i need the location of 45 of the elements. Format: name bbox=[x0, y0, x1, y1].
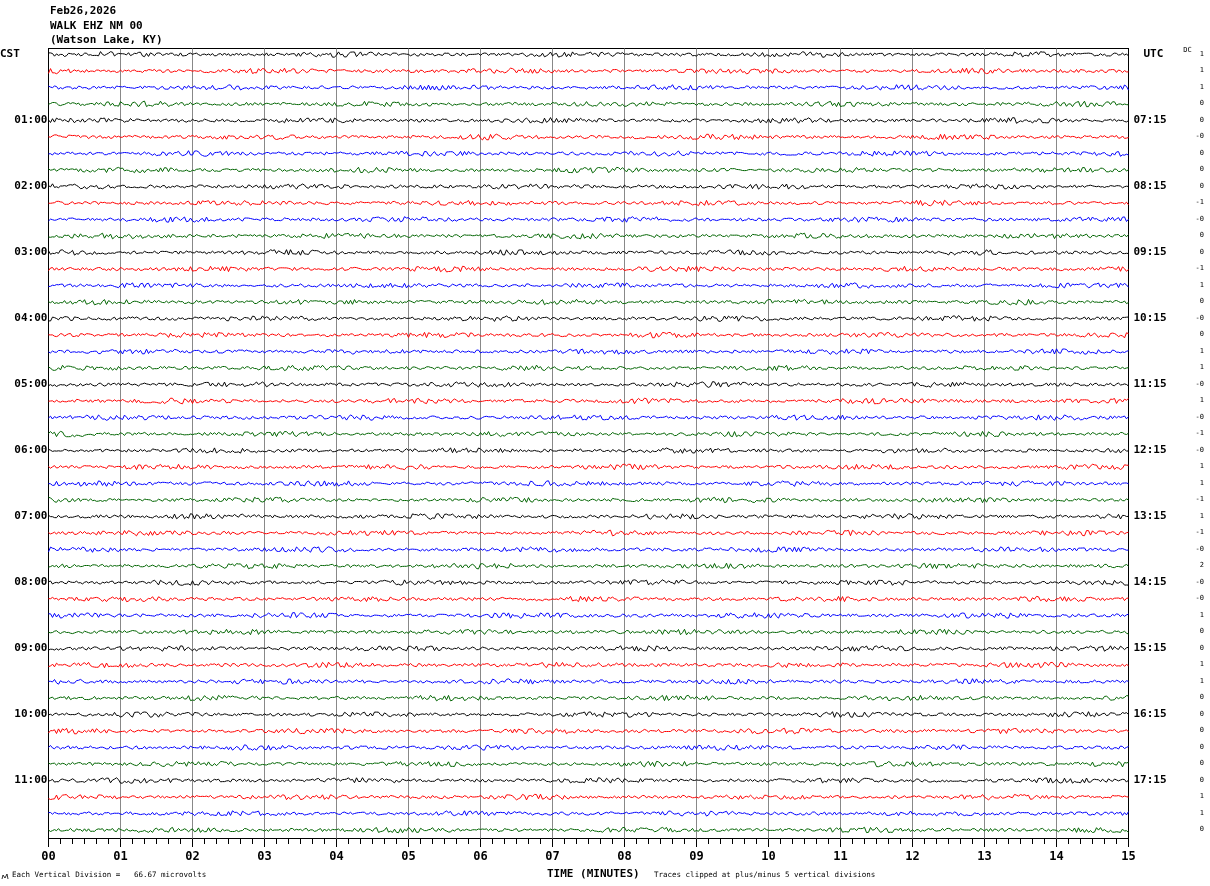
axis-tick-label: 01 bbox=[113, 849, 129, 863]
axis-tick-label: 05 bbox=[401, 849, 417, 863]
hour-label: 14:15 bbox=[1133, 573, 1167, 590]
hour-label: 10:15 bbox=[1133, 309, 1167, 326]
hour-label: 12:15 bbox=[1133, 441, 1167, 458]
axis-tick-label: 03 bbox=[257, 849, 273, 863]
axis-tick-label: 11 bbox=[833, 849, 849, 863]
hour-label: 02:00 bbox=[14, 177, 48, 194]
axis-tick-label: 00 bbox=[41, 849, 57, 863]
small-mark-icon bbox=[2, 874, 8, 879]
axis-tick-label: 10 bbox=[761, 849, 777, 863]
hour-label: 11:00 bbox=[14, 771, 48, 788]
axis-title: TIME (MINUTES) bbox=[547, 868, 641, 879]
axis-tick-label: 14 bbox=[1049, 849, 1065, 863]
hour-label: 03:00 bbox=[14, 243, 48, 260]
axis-tick-label: 04 bbox=[329, 849, 345, 863]
hour-label: 09:00 bbox=[14, 639, 48, 656]
hour-label: 09:15 bbox=[1133, 243, 1167, 260]
axis-tick-label: 12 bbox=[905, 849, 921, 863]
hour-label: 11:15 bbox=[1133, 375, 1167, 392]
hour-label: 04:00 bbox=[14, 309, 48, 326]
hour-label: 01:00 bbox=[14, 111, 48, 128]
hour-label: 15:15 bbox=[1133, 639, 1167, 656]
hour-label: 07:15 bbox=[1133, 111, 1167, 128]
timezone-label: CST bbox=[0, 45, 20, 62]
axis-tick-label: 08 bbox=[617, 849, 633, 863]
hour-label: 05:00 bbox=[14, 375, 48, 392]
timezone-label: UTC bbox=[1143, 45, 1164, 62]
axis-tick-label: 06 bbox=[473, 849, 489, 863]
hour-label: 10:00 bbox=[14, 705, 48, 722]
axis-tick-label: 13 bbox=[977, 849, 993, 863]
date-label: Feb26,2026 bbox=[50, 4, 117, 19]
hour-label: 08:15 bbox=[1133, 177, 1167, 194]
hour-label: 08:00 bbox=[14, 573, 48, 590]
hour-label: 13:15 bbox=[1133, 507, 1167, 524]
hour-label: 07:00 bbox=[14, 507, 48, 524]
hour-label: 17:15 bbox=[1133, 771, 1167, 788]
axis-tick-label: 02 bbox=[185, 849, 201, 863]
axis-tick-label: 15 bbox=[1121, 849, 1137, 863]
hour-label: 16:15 bbox=[1133, 705, 1167, 722]
axis-tick-label: 09 bbox=[689, 849, 705, 863]
hour-label: 06:00 bbox=[14, 441, 48, 458]
station-label: WALK EHZ NM 00 bbox=[50, 18, 143, 33]
axis-tick-label: 07 bbox=[545, 849, 561, 863]
location-label: (Watson Lake, KY) bbox=[50, 33, 163, 48]
